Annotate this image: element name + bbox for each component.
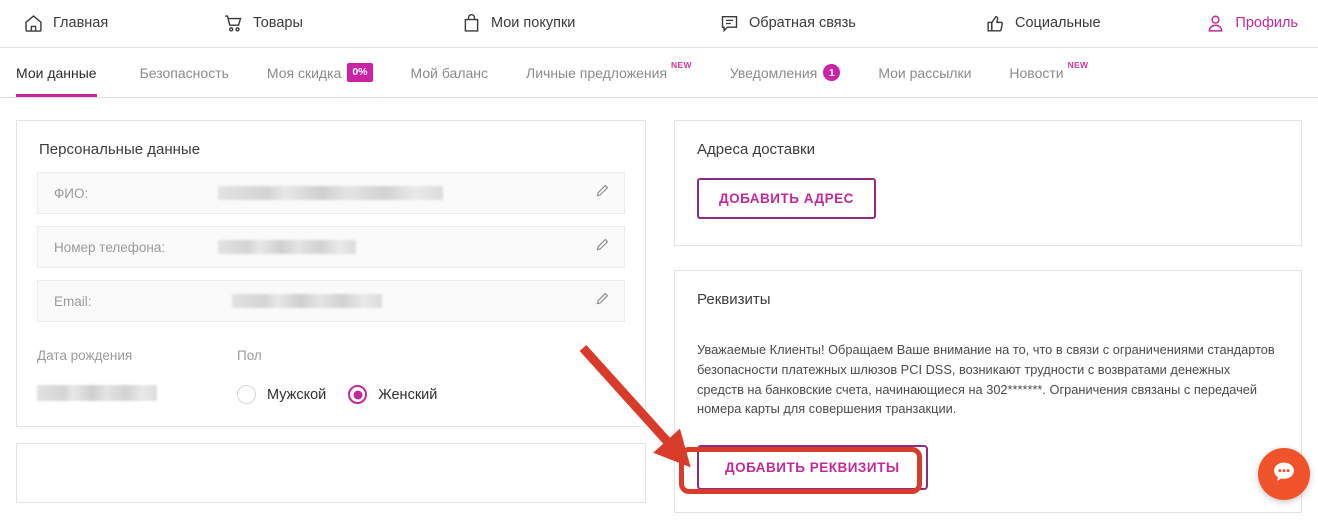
gender-label: Пол [237, 348, 262, 363]
date-of-birth-block: Дата рождения [37, 348, 237, 404]
requisites-notice-text: Уважаемые Клиенты! Обращаем Ваше внимани… [697, 342, 1275, 417]
field-row-email[interactable]: Email: [37, 280, 625, 322]
field-label-fullname: ФИО: [54, 185, 89, 201]
topnav-label-profile: Профиль [1235, 15, 1298, 32]
thumbs-up-icon [984, 13, 1006, 35]
topnav-item-home[interactable]: Главная [18, 13, 218, 35]
field-row-fullname[interactable]: ФИО: [37, 172, 625, 214]
tab-label: Личные предложения [526, 64, 668, 81]
topnav-label-purchases: Мои покупки [491, 15, 576, 32]
pencil-icon[interactable] [595, 183, 610, 203]
gender-radio-group: Мужской Женский [237, 385, 437, 404]
home-icon [22, 13, 44, 35]
field-row-phone[interactable]: Номер телефона: [37, 226, 625, 268]
topnav-label-social: Социальные [1015, 15, 1101, 32]
redacted-value-fullname [218, 186, 443, 200]
tab-label: Мой баланс [410, 64, 489, 81]
tab-label: Мои данные [16, 64, 97, 81]
tab-label: Новости [1009, 64, 1064, 81]
personal-data-title: Персональные данные [39, 141, 201, 158]
personal-field-list: ФИО: Номер телефона: Email: [17, 162, 645, 322]
radio-icon[interactable] [237, 385, 256, 404]
requisites-title: Реквизиты [697, 291, 771, 308]
tab-label: Моя скидка [266, 64, 342, 81]
date-of-birth-label: Дата рождения [37, 348, 133, 363]
tab-notifications[interactable]: Уведомления 1 [711, 48, 860, 97]
additional-empty-card [16, 443, 646, 503]
redacted-value-email [232, 294, 382, 308]
add-requisites-button[interactable]: ДОБАВИТЬ РЕКВИЗИТЫ [697, 445, 928, 491]
topnav-label-home: Главная [53, 15, 109, 32]
tab-personal-offers[interactable]: Личные предложения NEW [507, 48, 711, 97]
user-icon [1204, 13, 1226, 35]
delivery-addresses-card: Адреса доставки ДОБАВИТЬ АДРЕС [674, 120, 1302, 246]
gender-option-male[interactable]: Мужской [237, 385, 326, 404]
tab-label: Мои рассылки [878, 64, 972, 81]
right-column: Адреса доставки ДОБАВИТЬ АДРЕС Реквизиты… [674, 120, 1302, 514]
chat-bubble-icon [1269, 457, 1299, 492]
tab-label: Безопасность [139, 64, 229, 81]
field-label-phone: Номер телефона: [54, 239, 166, 255]
delivery-addresses-title: Адреса доставки [697, 141, 816, 158]
tab-my-balance[interactable]: Мой баланс [392, 48, 508, 97]
topnav-item-products[interactable]: Товары [218, 13, 456, 35]
redacted-value-dob [37, 385, 157, 401]
main-content: Персональные данные ФИО: Номер телефона: [0, 98, 1318, 514]
chat-icon [718, 13, 740, 35]
topnav-item-profile[interactable]: Профиль [1200, 13, 1302, 35]
gender-option-label: Мужской [267, 386, 327, 403]
notification-count-badge: 1 [823, 64, 841, 81]
tab-my-subscriptions[interactable]: Мои рассылки [859, 48, 990, 97]
topnav-label-feedback: Обратная связь [749, 15, 856, 32]
new-badge: NEW [1067, 60, 1089, 70]
account-tab-bar: Мои данные Безопасность Моя скидка 0% Мо… [0, 48, 1318, 98]
top-navigation-bar: Главная Товары Мои покупки Обратная связ… [0, 0, 1318, 48]
tab-label: Уведомления [729, 64, 818, 81]
cart-icon [222, 13, 244, 35]
add-requisites-button-wrapper: ДОБАВИТЬ РЕКВИЗИТЫ [697, 445, 928, 491]
topnav-item-purchases[interactable]: Мои покупки [456, 13, 714, 35]
new-badge: NEW [671, 60, 692, 70]
discount-badge: 0% [347, 62, 373, 83]
topnav-item-feedback[interactable]: Обратная связь [714, 13, 980, 35]
tab-news[interactable]: Новости NEW [990, 48, 1107, 97]
field-label-email: Email: [54, 293, 92, 309]
gender-option-female[interactable]: Женский [348, 385, 437, 404]
tab-my-data[interactable]: Мои данные [16, 48, 121, 97]
chat-widget-button[interactable] [1258, 448, 1310, 500]
bag-icon [460, 13, 482, 35]
dob-and-gender-section: Дата рождения Пол Мужской Женский [17, 334, 645, 426]
topnav-item-social[interactable]: Социальные [980, 13, 1188, 35]
add-address-button[interactable]: ДОБАВИТЬ АДРЕС [697, 178, 876, 219]
radio-icon-selected[interactable] [348, 385, 368, 404]
tab-security[interactable]: Безопасность [121, 48, 248, 97]
pencil-icon[interactable] [595, 291, 610, 311]
gender-option-label: Женский [378, 386, 438, 403]
topnav-label-products: Товары [253, 15, 303, 32]
pencil-icon[interactable] [595, 237, 610, 257]
personal-data-card: Персональные данные ФИО: Номер телефона: [16, 120, 646, 427]
tab-my-discount[interactable]: Моя скидка 0% [248, 48, 392, 97]
gender-block: Пол Мужской Женский [237, 348, 437, 404]
requisites-card: Реквизиты Уважаемые Клиенты! Обращаем Ва… [674, 270, 1302, 514]
left-column: Персональные данные ФИО: Номер телефона: [16, 120, 646, 513]
redacted-value-phone [218, 240, 356, 254]
